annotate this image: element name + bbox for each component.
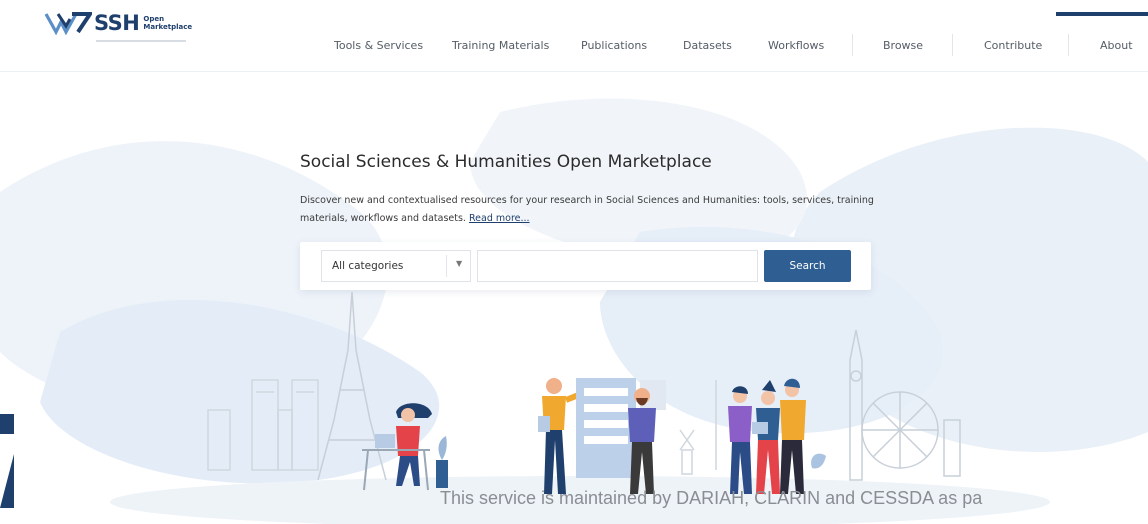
read-more-link[interactable]: Read more...	[469, 213, 530, 224]
header-accent-bar	[1056, 12, 1148, 16]
main-nav: Tools & Services Training Materials Publ…	[0, 39, 1148, 55]
search-input[interactable]	[477, 250, 758, 282]
nav-tools-services[interactable]: Tools & Services	[334, 39, 423, 52]
nav-about[interactable]: About	[1100, 39, 1133, 52]
notre-dame-illustration	[207, 379, 319, 471]
logo-subtitle-line2: Marketplace	[143, 23, 193, 31]
group-people-illustration	[728, 378, 826, 494]
eiffel-tower-illustration	[317, 291, 387, 481]
logo-brand: SSH	[94, 11, 140, 35]
nav-browse[interactable]: Browse	[883, 39, 923, 52]
london-landmarks-illustration	[849, 329, 961, 481]
category-select[interactable]: All categories ▼	[321, 250, 471, 282]
page-title: Social Sciences & Humanities Open Market…	[300, 152, 712, 172]
logo-mark-icon	[44, 12, 92, 36]
nav-datasets[interactable]: Datasets	[683, 39, 732, 52]
chevron-down-icon: ▼	[456, 259, 463, 268]
person-laptop-illustration	[362, 403, 448, 491]
landmarks-middle-illustration	[679, 380, 717, 475]
nav-workflows[interactable]: Workflows	[768, 39, 824, 52]
site-header: SSH Open Marketplace Tools & Services Tr…	[0, 0, 1148, 72]
nav-publications[interactable]: Publications	[581, 39, 647, 52]
nav-contribute[interactable]: Contribute	[984, 39, 1042, 52]
footer-maintainers-text: This service is maintained by DARIAH, CL…	[440, 488, 983, 508]
select-divider	[446, 255, 447, 277]
nav-training-materials[interactable]: Training Materials	[452, 39, 549, 52]
nav-divider	[952, 34, 953, 56]
nav-divider	[852, 34, 853, 56]
category-select-value: All categories	[332, 260, 404, 272]
site-logo[interactable]: SSH Open Marketplace	[44, 10, 192, 36]
logo-subtitle-line1: Open	[143, 15, 165, 23]
logo-subtitle: Open Marketplace	[143, 15, 192, 31]
search-button[interactable]: Search	[764, 250, 851, 282]
hero-description: Discover new and contextualised resource…	[300, 192, 875, 228]
hero-description-text: Discover new and contextualised resource…	[300, 195, 874, 224]
nav-divider	[1068, 34, 1069, 56]
